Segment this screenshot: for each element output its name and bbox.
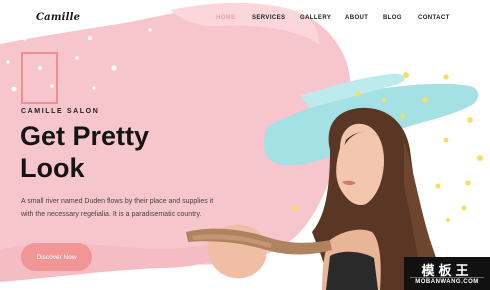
model-top	[326, 251, 378, 290]
headline-line-2: Look	[20, 153, 85, 183]
nav-item-services[interactable]: SERVICES	[252, 15, 285, 21]
nav-item-home[interactable]: HOME	[216, 15, 236, 21]
watermark-subtitle: MOBANWANG.COM	[415, 279, 479, 285]
nav-item-about[interactable]: ABOUT	[345, 15, 368, 21]
watermark-badge: 模板王 MOBANWANG.COM	[404, 257, 490, 290]
watermark-divider	[410, 277, 484, 278]
nav-item-blog[interactable]: BLOG	[383, 15, 402, 21]
hero-headline: Get Pretty Look	[20, 120, 220, 184]
brand-logo[interactable]: Camille	[36, 12, 80, 23]
nav-item-contact[interactable]: CONTACT	[418, 15, 450, 21]
hero-eyebrow: CAMILLE SALON	[21, 108, 100, 115]
hero-description: A small river named Duden flows by their…	[21, 198, 214, 218]
headline-line-1: Get Pretty	[20, 121, 150, 151]
decorative-frame	[21, 52, 58, 104]
discover-now-button[interactable]: Discover Now	[21, 243, 92, 271]
nav-item-gallery[interactable]: GALLERY	[300, 15, 331, 21]
